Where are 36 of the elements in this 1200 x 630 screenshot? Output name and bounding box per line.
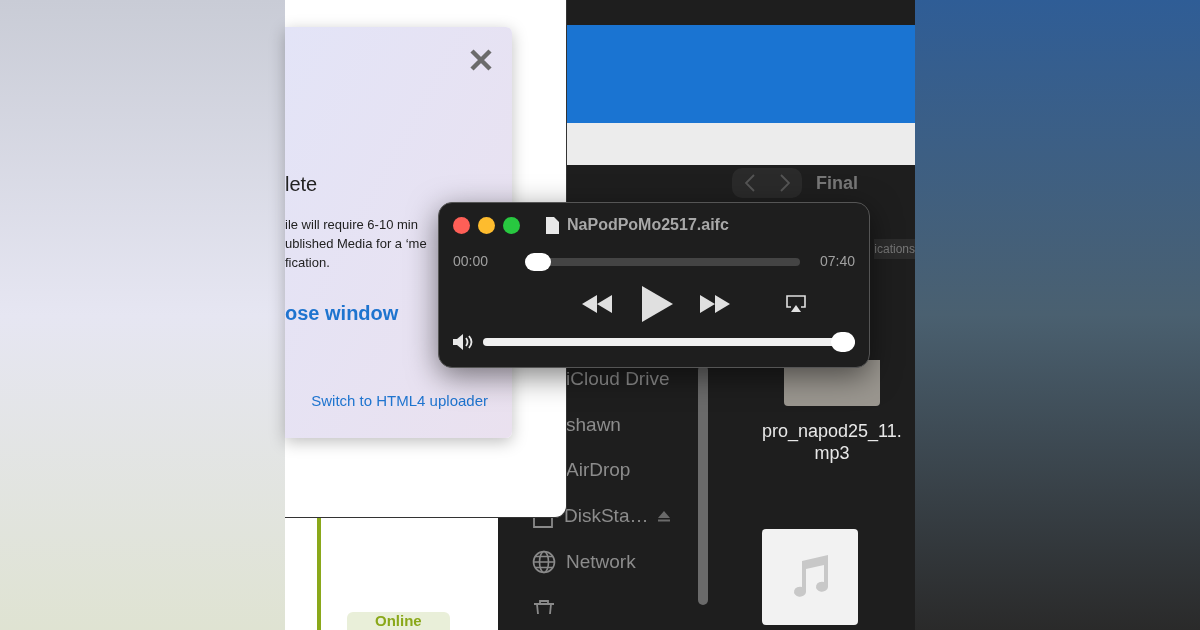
progress-track[interactable] <box>525 252 800 271</box>
airplay-icon <box>786 295 806 313</box>
duration-time: 07:40 <box>819 252 855 271</box>
fast-forward-icon <box>700 295 730 313</box>
sidebar-item[interactable]: Network <box>566 550 636 573</box>
play-icon <box>641 286 673 322</box>
speaker-icon[interactable] <box>453 333 475 351</box>
scrollbar[interactable] <box>698 365 708 605</box>
audio-file-thumbnail[interactable] <box>762 529 858 625</box>
volume-thumb[interactable] <box>831 332 855 352</box>
status-badge: Online <box>347 612 450 630</box>
dialog-text: fication. <box>285 254 330 272</box>
file-name[interactable]: pro_napod25_11.mp3 <box>762 420 902 464</box>
sidebar-item[interactable]: iCloud Drive <box>566 368 670 391</box>
close-window-link[interactable]: ose window <box>285 298 399 328</box>
sidebar-item[interactable]: shawn <box>566 413 621 436</box>
eject-icon[interactable] <box>658 510 671 522</box>
dialog-heading: lete <box>285 172 318 197</box>
minimize-window-button[interactable] <box>478 216 495 234</box>
sidebar-item[interactable]: DiskSta… <box>564 505 649 528</box>
close-window-button[interactable] <box>453 216 470 234</box>
dialog-text: ile will require 6-10 min <box>285 216 418 234</box>
progress-thumb[interactable] <box>525 252 551 271</box>
volume-track[interactable] <box>483 332 855 352</box>
rewind-icon <box>582 295 612 313</box>
zoom-window-button[interactable] <box>503 216 520 234</box>
window-title: NaPodPoMo2517.aifc <box>567 215 729 235</box>
elapsed-time: 00:00 <box>453 252 490 271</box>
globe-icon <box>532 549 556 574</box>
window-title: Final <box>816 171 858 195</box>
close-icon[interactable] <box>470 49 492 71</box>
tab[interactable]: ications <box>874 239 915 259</box>
trash-icon <box>532 600 556 615</box>
sidebar-item[interactable]: AirDrop <box>566 459 631 482</box>
switch-uploader-link[interactable]: Switch to HTML4 uploader <box>311 390 488 413</box>
dialog-text: ublished Media for a ‘me <box>285 235 427 253</box>
